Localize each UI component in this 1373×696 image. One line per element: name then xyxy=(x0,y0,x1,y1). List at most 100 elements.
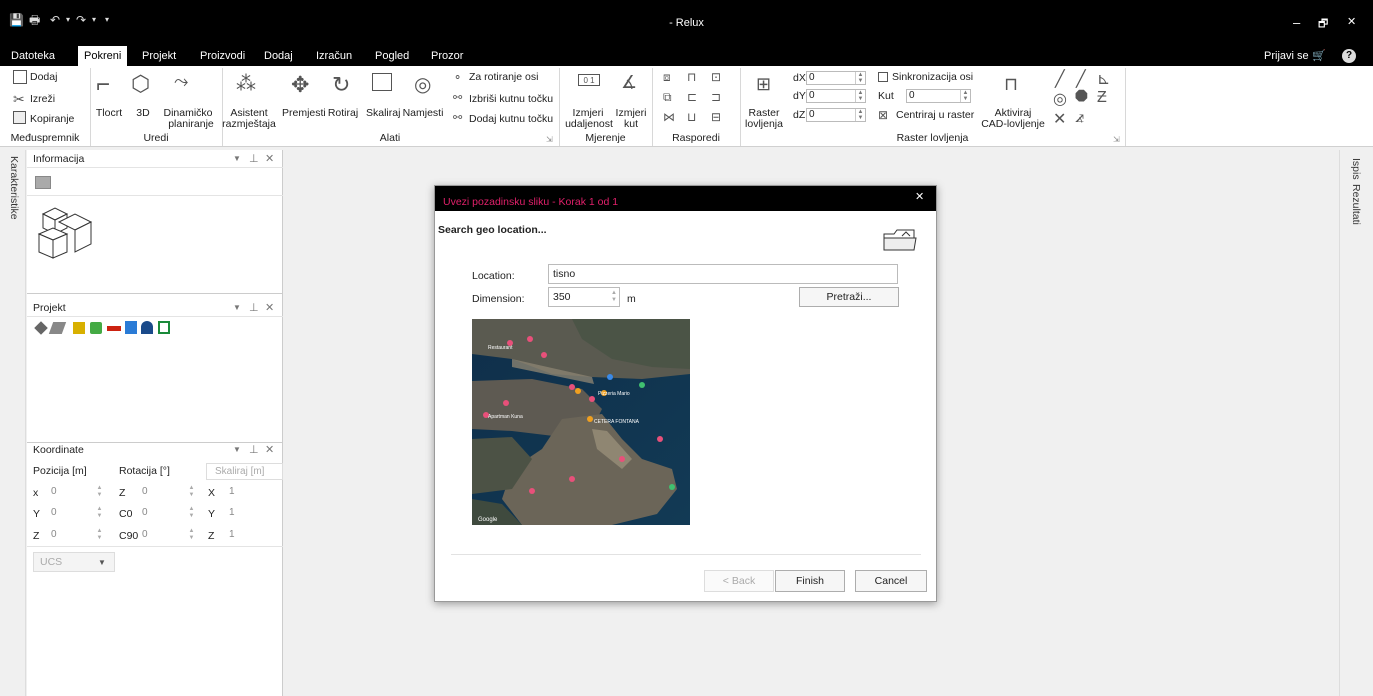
menu-prozor[interactable]: Prozor xyxy=(425,46,469,66)
cancel-button[interactable]: Cancel xyxy=(855,570,927,592)
tangent-snap-icon[interactable]: ⦨ xyxy=(1075,109,1084,127)
panel-close-icon[interactable]: ✕ xyxy=(265,150,274,168)
spinner-icon[interactable]: ▲ ▼ xyxy=(855,90,865,102)
emergency-icon[interactable] xyxy=(158,321,170,334)
furniture-icon[interactable] xyxy=(141,321,153,334)
dx-input[interactable]: 0 ▲ ▼ xyxy=(806,71,866,85)
finish-button[interactable]: Finish xyxy=(775,570,845,592)
angle-input[interactable]: 0 ▲ ▼ xyxy=(906,89,971,103)
scale-header-button[interactable]: Skaliraj [m] xyxy=(206,463,283,480)
help-icon[interactable]: ? xyxy=(1342,49,1356,63)
line2-snap-icon[interactable]: ╱ xyxy=(1076,69,1086,89)
panel-dropdown-icon[interactable]: ▼ xyxy=(233,150,241,168)
floor-icon[interactable] xyxy=(48,322,67,334)
dy-input[interactable]: 0 ▲ ▼ xyxy=(806,89,866,103)
add-button[interactable]: Dodaj xyxy=(30,71,57,83)
close-button[interactable]: ✕ xyxy=(1347,15,1356,28)
spinner-icon[interactable]: ▲ ▼ xyxy=(95,528,104,542)
rotate-button[interactable]: Rotiraj xyxy=(326,108,360,119)
info-toolbar-icon[interactable] xyxy=(35,176,51,189)
set-button[interactable]: Namjesti xyxy=(402,108,444,119)
three-d-button[interactable]: 3D xyxy=(131,108,155,119)
octagon-snap-icon[interactable]: ⯃ xyxy=(1075,89,1088,107)
cart-icon[interactable]: 🛒 xyxy=(1312,46,1326,66)
panel-dropdown-icon[interactable]: ▼ xyxy=(233,441,241,459)
move-button[interactable]: Premjesti xyxy=(282,108,326,119)
scale-x-input[interactable]: 1 xyxy=(229,484,235,500)
search-button[interactable]: Pretraži... xyxy=(799,287,899,307)
menu-proizvodi[interactable]: Proizvodi xyxy=(194,46,251,66)
right-angle-icon[interactable]: ⊾ xyxy=(1097,69,1110,89)
pin-icon[interactable]: ⊥ xyxy=(249,150,259,168)
back-button[interactable]: < Back xyxy=(704,570,774,592)
spinner-icon[interactable]: ▲ ▼ xyxy=(611,290,617,304)
pos-x-input[interactable]: 0 xyxy=(51,484,57,500)
align-left-icon[interactable]: ⊏ xyxy=(687,90,697,104)
maximize-button[interactable]: 🗗 xyxy=(1318,15,1328,34)
spinner-icon[interactable]: ▲ ▼ xyxy=(187,485,196,499)
scale-y-input[interactable]: 1 xyxy=(229,505,235,521)
distribute-v-icon[interactable]: ⋈ xyxy=(663,110,675,124)
login-link[interactable]: Prijavi se xyxy=(1258,46,1315,66)
scale-button[interactable]: Skaliraj xyxy=(366,108,400,119)
dialog-launcher-icon[interactable]: ⇲ xyxy=(546,135,553,144)
z-snap-icon[interactable]: Ƶ xyxy=(1097,89,1107,107)
tab-properties[interactable]: Karakteristike xyxy=(6,156,20,220)
tab-output[interactable]: Ispis xyxy=(1350,158,1362,180)
circle-snap-icon[interactable]: ◎ xyxy=(1053,89,1067,109)
rot-c90-input[interactable]: 0 xyxy=(142,527,148,543)
spinner-icon[interactable]: ▲ ▼ xyxy=(95,485,104,499)
pos-y-input[interactable]: 0 xyxy=(51,505,57,521)
dz-input[interactable]: 0 ▲ ▼ xyxy=(806,108,866,122)
spinner-icon[interactable]: ▲ ▼ xyxy=(855,109,865,121)
align-right-icon[interactable]: ⊐ xyxy=(711,90,721,104)
menu-izracun[interactable]: Izračun xyxy=(310,46,358,66)
align-center-icon[interactable]: ⧈ xyxy=(663,70,671,85)
sync-axis-checkbox[interactable] xyxy=(878,72,888,82)
minimize-button[interactable]: – xyxy=(1293,15,1300,30)
cut-button[interactable]: Izreži xyxy=(30,93,55,105)
panel-close-icon[interactable]: ✕ xyxy=(265,299,274,317)
sensor-icon[interactable] xyxy=(90,322,102,334)
floorplan-button[interactable]: Tlocrt xyxy=(94,108,124,119)
rot-z-input[interactable]: 0 xyxy=(142,484,148,500)
pin-icon[interactable]: ⊥ xyxy=(249,441,259,459)
center-raster-button[interactable]: Centriraj u raster xyxy=(896,109,974,121)
dialog-launcher-icon[interactable]: ⇲ xyxy=(1113,135,1120,144)
menu-pokreni[interactable]: Pokreni xyxy=(78,46,128,66)
object-icon[interactable] xyxy=(125,321,137,334)
spinner-icon[interactable]: ▲ ▼ xyxy=(95,506,104,520)
align-top-icon[interactable]: ⊓ xyxy=(687,70,696,84)
add-corner-button[interactable]: Dodaj kutnu točku xyxy=(469,113,553,125)
spinner-icon[interactable]: ▲ ▼ xyxy=(855,72,865,84)
menu-pogled[interactable]: Pogled xyxy=(369,46,415,66)
spinner-icon[interactable]: ▲ ▼ xyxy=(960,90,970,102)
luminaire-icon[interactable] xyxy=(73,322,85,334)
building-icon[interactable] xyxy=(34,321,48,335)
location-input[interactable]: tisno xyxy=(548,264,898,284)
delete-corner-button[interactable]: Izbriši kutnu točku xyxy=(469,93,553,105)
tab-results[interactable]: Rezultati xyxy=(1350,184,1362,225)
line-snap-icon[interactable]: ╱ xyxy=(1055,69,1065,89)
ucs-dropdown[interactable]: UCS ▼ xyxy=(33,552,115,572)
panel-dropdown-icon[interactable]: ▼ xyxy=(233,299,241,317)
rotation-axis-button[interactable]: Za rotiranje osi xyxy=(469,71,538,83)
spinner-icon[interactable]: ▲ ▼ xyxy=(187,528,196,542)
intersection-snap-icon[interactable]: ✕ xyxy=(1053,109,1066,129)
distribute-h-icon[interactable]: ⊡ xyxy=(711,70,721,84)
align-middle-icon[interactable]: ⧉ xyxy=(663,90,672,105)
panel-close-icon[interactable]: ✕ xyxy=(265,441,274,459)
align-bottom-icon[interactable]: ⊔ xyxy=(687,110,696,124)
copy-button[interactable]: Kopiranje xyxy=(30,113,74,125)
align-baseline-icon[interactable]: ⊟ xyxy=(711,110,721,124)
spinner-icon[interactable]: ▲ ▼ xyxy=(187,506,196,520)
dimension-input[interactable]: 350 ▲ ▼ xyxy=(548,287,620,307)
scale-z-input[interactable]: 1 xyxy=(229,527,235,543)
pos-z-input[interactable]: 0 xyxy=(51,527,57,543)
menu-projekt[interactable]: Projekt xyxy=(136,46,182,66)
menu-datoteka[interactable]: Datoteka xyxy=(11,46,55,66)
pin-icon[interactable]: ⊥ xyxy=(249,299,259,317)
satellite-map-image[interactable]: Restaurant Pizzeria Mario CETERA FONTANA… xyxy=(472,319,690,525)
menu-dodaj[interactable]: Dodaj xyxy=(258,46,299,66)
rot-c0-input[interactable]: 0 xyxy=(142,505,148,521)
